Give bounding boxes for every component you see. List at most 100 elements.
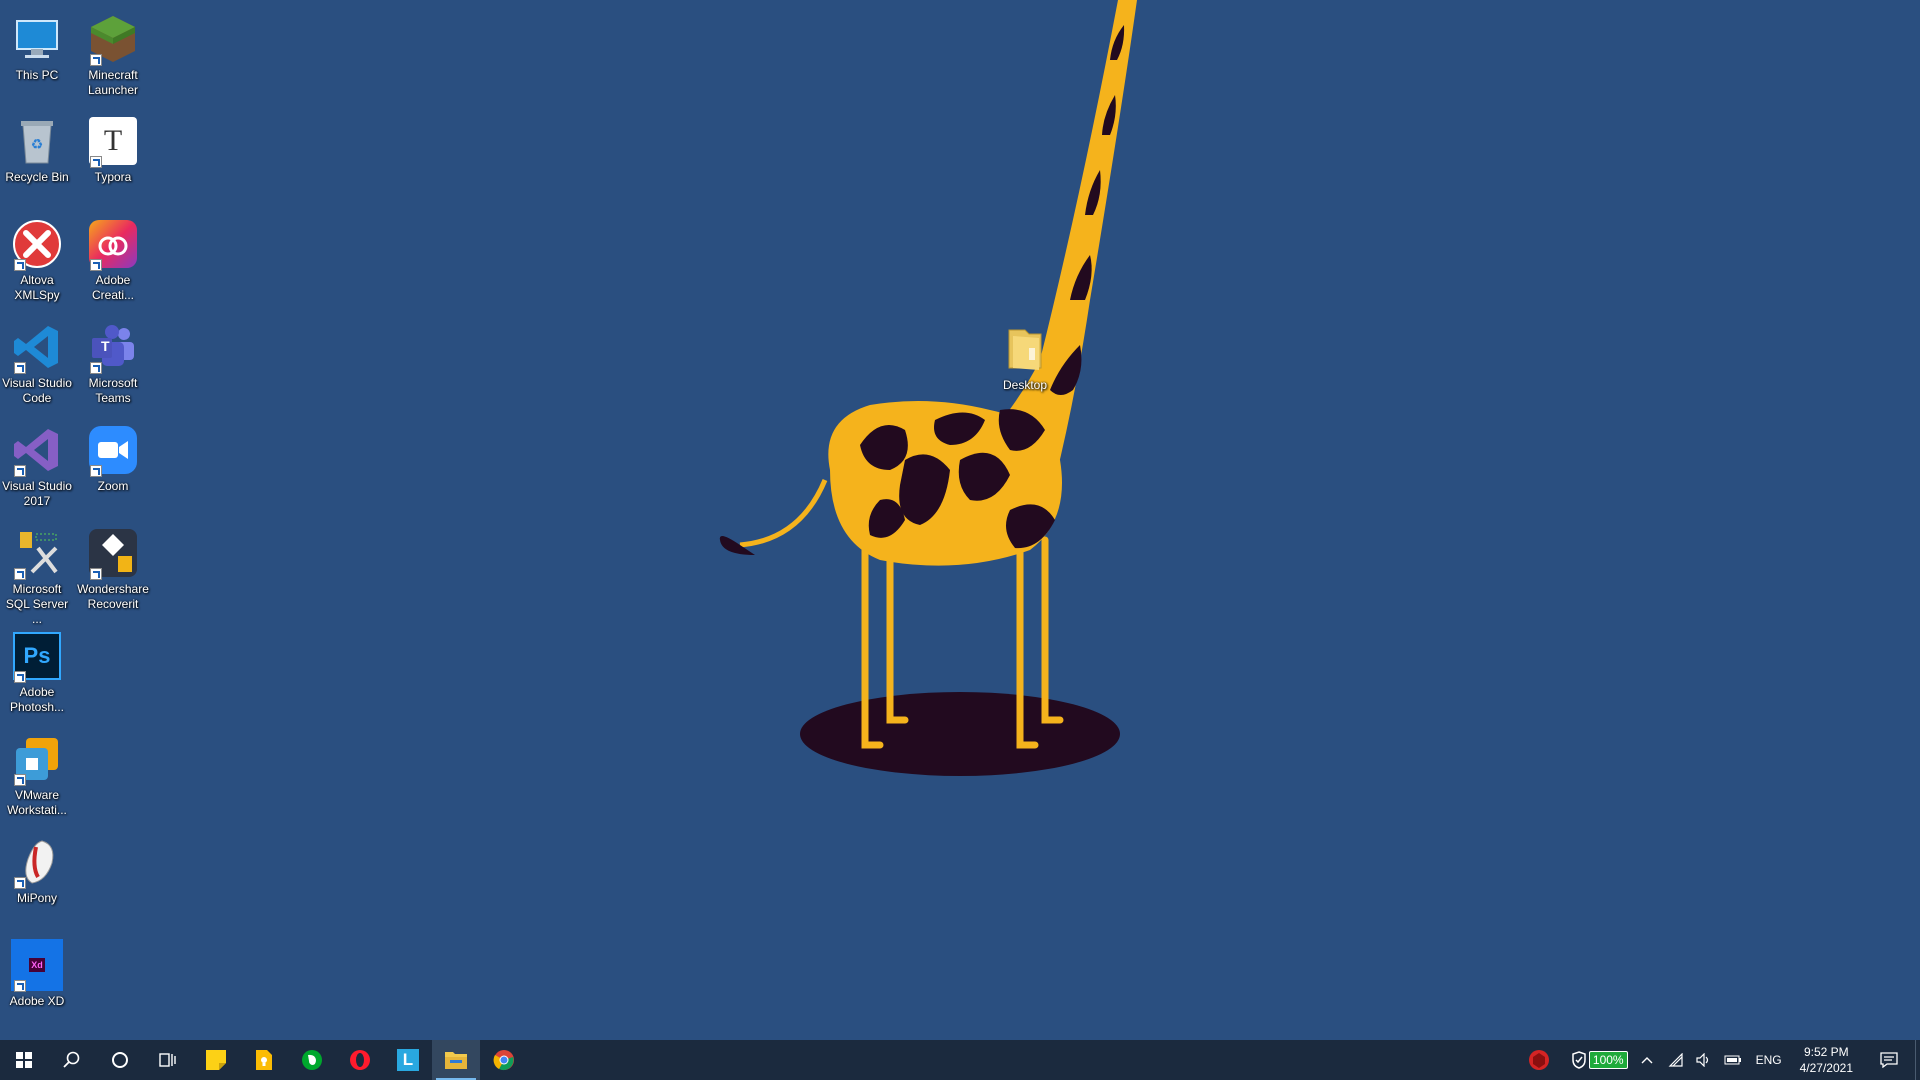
desktop-folder[interactable]: Desktop xyxy=(988,318,1062,393)
icon-label: Microsoft Teams xyxy=(88,376,138,405)
chrome-taskbar[interactable] xyxy=(480,1040,528,1080)
shortcut-arrow-icon xyxy=(14,671,26,683)
minecraft-icon xyxy=(86,12,140,66)
file-explorer-taskbar[interactable] xyxy=(432,1040,480,1080)
volume-tray-button[interactable] xyxy=(1690,1040,1718,1080)
google-keep-icon xyxy=(256,1050,272,1070)
this-pc-icon xyxy=(10,12,64,66)
teams-icon: T xyxy=(86,320,140,374)
google-keep-taskbar[interactable] xyxy=(240,1040,288,1080)
battery-icon xyxy=(1724,1055,1741,1065)
recycle-bin-shortcut[interactable]: ♻ Recycle Bin xyxy=(0,110,74,185)
wondershare-recoverit-shortcut[interactable]: Wondershare Recoverit xyxy=(76,522,150,612)
icon-label: Zoom xyxy=(97,479,129,493)
launcher-l-taskbar[interactable]: L xyxy=(384,1040,432,1080)
icon-label: Adobe XD xyxy=(9,994,65,1008)
file-explorer-icon xyxy=(445,1052,467,1069)
zoom-shortcut[interactable]: Zoom xyxy=(76,419,150,494)
icon-label: Visual Studio Code xyxy=(2,376,72,405)
taskbar: L 100% ENG 9:52 PM 4/27/2021 xyxy=(0,1040,1920,1080)
icon-label: Wondershare Recoverit xyxy=(77,582,149,611)
start-button[interactable] xyxy=(0,1040,48,1080)
shortcut-arrow-icon xyxy=(14,877,26,889)
microsoft-teams-shortcut[interactable]: T Microsoft Teams xyxy=(76,316,150,406)
icon-label: This PC xyxy=(15,68,59,82)
battery-tray-button[interactable]: 100% xyxy=(1568,1040,1632,1080)
speaker-icon xyxy=(1695,1053,1708,1067)
svg-text:♻: ♻ xyxy=(31,136,44,152)
icon-label: Typora xyxy=(94,170,132,184)
photoshop-shortcut[interactable]: Ps Adobe Photosh... xyxy=(0,625,74,715)
clock[interactable]: 9:52 PM 4/27/2021 xyxy=(1790,1040,1863,1080)
shortcut-arrow-icon xyxy=(14,465,26,477)
evernote-icon xyxy=(302,1050,322,1070)
show-desktop-button[interactable] xyxy=(1915,1040,1920,1080)
vs-code-shortcut[interactable]: Visual Studio Code xyxy=(0,316,74,406)
wifi-icon xyxy=(1668,1053,1683,1067)
recoverit-icon xyxy=(86,526,140,580)
icon-label: Visual Studio 2017 xyxy=(2,479,72,508)
network-tray-button[interactable] xyxy=(1662,1040,1690,1080)
opera-taskbar[interactable] xyxy=(336,1040,384,1080)
task-view-button[interactable] xyxy=(144,1040,192,1080)
chevron-up-icon xyxy=(1641,1057,1653,1064)
sql-server-tools-icon xyxy=(10,526,64,580)
creative-cloud-icon xyxy=(86,217,140,271)
altova-xmlspy-shortcut[interactable]: Altova XMLSpy xyxy=(0,213,74,303)
language-button[interactable]: ENG xyxy=(1748,1040,1790,1080)
minecraft-launcher-shortcut[interactable]: Minecraft Launcher xyxy=(76,8,150,98)
shortcut-arrow-icon xyxy=(14,774,26,786)
this-pc-shortcut[interactable]: This PC xyxy=(0,8,74,83)
photoshop-icon: Ps xyxy=(10,629,64,683)
shortcut-arrow-icon xyxy=(90,362,102,374)
giraffe-wallpaper xyxy=(719,0,1137,776)
icon-label: Altova XMLSpy xyxy=(14,273,60,302)
shortcut-arrow-icon xyxy=(90,465,102,477)
shortcut-arrow-icon xyxy=(90,54,102,66)
adobe-xd-shortcut[interactable]: Xd Adobe XD xyxy=(0,934,74,1009)
folder-icon xyxy=(998,322,1052,376)
typora-shortcut[interactable]: T Typora xyxy=(76,110,150,185)
xd-glyph: Xd xyxy=(29,958,45,972)
clock-date: 4/27/2021 xyxy=(1799,1061,1853,1075)
shortcut-arrow-icon xyxy=(14,259,26,271)
power-tray-button[interactable] xyxy=(1718,1040,1748,1080)
opera-icon xyxy=(350,1050,370,1070)
vmware-shortcut[interactable]: VMware Workstati... xyxy=(0,728,74,818)
zoom-icon xyxy=(86,423,140,477)
clock-time: 9:52 PM xyxy=(1803,1045,1849,1059)
shortcut-arrow-icon xyxy=(90,568,102,580)
cortana-button[interactable] xyxy=(96,1040,144,1080)
sticky-notes-taskbar[interactable] xyxy=(192,1040,240,1080)
search-button[interactable] xyxy=(48,1040,96,1080)
icon-label: Microsoft SQL Server ... xyxy=(5,582,69,626)
evernote-taskbar[interactable] xyxy=(288,1040,336,1080)
icon-label: Recycle Bin xyxy=(5,170,69,184)
windows-logo-icon xyxy=(16,1052,32,1068)
mipony-shortcut[interactable]: MiPony xyxy=(0,831,74,906)
cortana-icon xyxy=(112,1052,128,1068)
battery-percent-badge: 100% xyxy=(1588,1051,1628,1069)
visual-studio-2017-shortcut[interactable]: Visual Studio 2017 xyxy=(0,419,74,509)
system-tray: 100% ENG 9:52 PM 4/27/2021 xyxy=(1520,1040,1920,1080)
search-icon xyxy=(63,1051,80,1068)
adobe-creative-cloud-shortcut[interactable]: Adobe Creati... xyxy=(76,213,150,303)
vmware-icon xyxy=(10,732,64,786)
sql-server-shortcut[interactable]: Microsoft SQL Server ... xyxy=(0,522,74,627)
shield-icon xyxy=(1572,1051,1586,1069)
icon-label: Adobe Creati... xyxy=(91,273,134,302)
mipony-icon xyxy=(10,835,64,889)
security-tray-button[interactable] xyxy=(1520,1040,1558,1080)
icon-label: Adobe Photosh... xyxy=(9,685,65,714)
shortcut-arrow-icon xyxy=(90,259,102,271)
task-view-icon xyxy=(159,1053,176,1067)
icon-label: Minecraft Launcher xyxy=(87,68,139,97)
shortcut-arrow-icon xyxy=(14,980,26,992)
notification-icon xyxy=(1880,1052,1898,1068)
action-center-button[interactable] xyxy=(1863,1040,1915,1080)
sticky-notes-icon xyxy=(206,1050,226,1070)
icon-label: MiPony xyxy=(16,891,57,905)
show-hidden-icons-button[interactable] xyxy=(1632,1040,1662,1080)
typora-icon: T xyxy=(86,114,140,168)
adobe-xd-icon: Xd xyxy=(10,938,64,992)
